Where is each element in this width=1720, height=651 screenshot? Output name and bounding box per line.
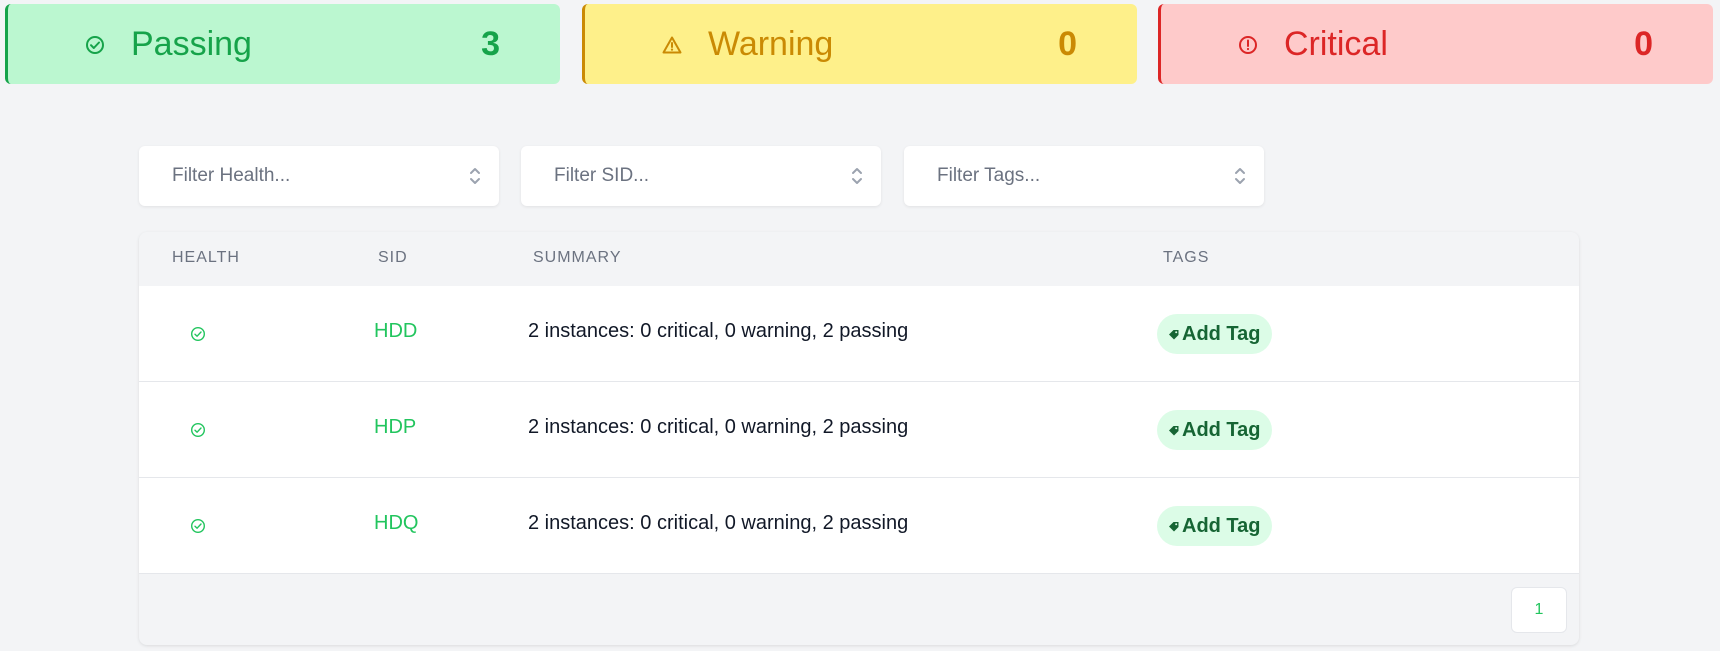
exclamation-circle-icon [1239, 36, 1257, 54]
row-summary: 2 instances: 0 critical, 0 warning, 2 pa… [528, 416, 909, 438]
filter-sid-select[interactable]: Filter SID... [521, 146, 881, 206]
table-row: HDD 2 instances: 0 critical, 0 warning, … [139, 286, 1579, 382]
filter-sid-placeholder: Filter SID... [554, 165, 650, 186]
table-row: HDQ 2 instances: 0 critical, 0 warning, … [139, 478, 1579, 574]
pagination-page-button[interactable]: 1 [1511, 587, 1567, 633]
table-row: HDP 2 instances: 0 critical, 0 warning, … [139, 382, 1579, 478]
tag-icon [1169, 426, 1179, 436]
check-circle-icon [86, 36, 104, 54]
check-circle-icon [190, 422, 206, 438]
critical-label: Critical [1284, 25, 1388, 63]
add-tag-label: Add Tag [1182, 322, 1261, 345]
row-summary: 2 instances: 0 critical, 0 warning, 2 pa… [528, 512, 909, 534]
passing-count: 3 [481, 25, 500, 63]
column-header-sid[interactable]: SID [378, 249, 408, 267]
critical-card[interactable]: Critical 0 [1158, 4, 1713, 84]
add-tag-label: Add Tag [1182, 514, 1261, 537]
row-summary: 2 instances: 0 critical, 0 warning, 2 pa… [528, 320, 909, 342]
sid-link[interactable]: HDD [374, 320, 417, 343]
passing-label: Passing [131, 25, 252, 63]
warning-label: Warning [708, 25, 834, 63]
passing-card[interactable]: Passing 3 [5, 4, 560, 84]
warning-count: 0 [1058, 25, 1077, 63]
select-chevron-icon [1235, 168, 1245, 184]
tag-icon [1169, 330, 1179, 340]
column-header-health[interactable]: HEALTH [172, 249, 240, 267]
sid-link[interactable]: HDQ [374, 512, 418, 535]
select-chevron-icon [470, 168, 480, 184]
health-summary-cards: Passing 3 Warning 0 Critical 0 [5, 4, 1713, 84]
filter-health-select[interactable]: Filter Health... [139, 146, 499, 206]
add-tag-button[interactable]: Add Tag [1157, 314, 1272, 354]
add-tag-button[interactable]: Add Tag [1157, 506, 1272, 546]
add-tag-button[interactable]: Add Tag [1157, 410, 1272, 450]
sid-link[interactable]: HDP [374, 416, 416, 439]
clusters-table: HEALTH SID SUMMARY TAGS HDD 2 instances:… [139, 232, 1579, 645]
check-circle-icon [190, 518, 206, 534]
add-tag-label: Add Tag [1182, 418, 1261, 441]
filter-health-placeholder: Filter Health... [172, 165, 291, 186]
column-header-tags[interactable]: TAGS [1163, 249, 1209, 267]
check-circle-icon [190, 326, 206, 342]
table-header: HEALTH SID SUMMARY TAGS [139, 232, 1579, 286]
critical-count: 0 [1634, 25, 1653, 63]
column-header-summary[interactable]: SUMMARY [533, 249, 622, 267]
warning-triangle-icon [662, 36, 682, 54]
filter-tags-placeholder: Filter Tags... [937, 165, 1041, 186]
tag-icon [1169, 522, 1179, 532]
warning-card[interactable]: Warning 0 [582, 4, 1137, 84]
select-chevron-icon [852, 168, 862, 184]
filter-tags-select[interactable]: Filter Tags... [904, 146, 1264, 206]
